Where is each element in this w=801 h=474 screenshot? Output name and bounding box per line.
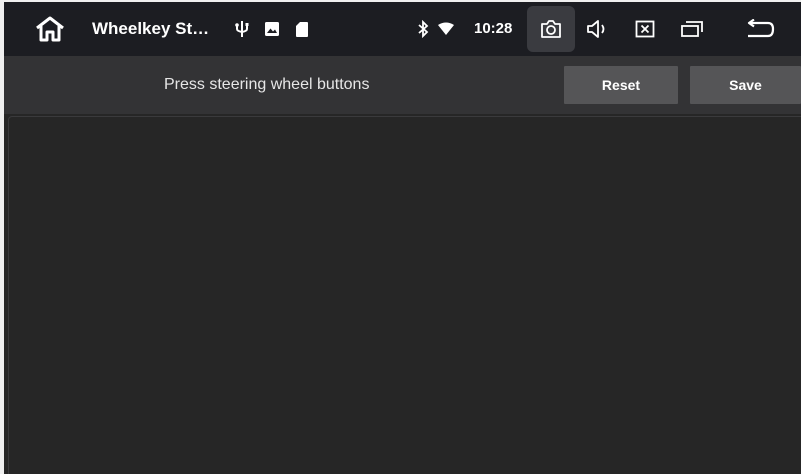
recents-icon[interactable] bbox=[676, 2, 708, 56]
bluetooth-icon bbox=[414, 2, 432, 56]
instruction-text: Press steering wheel buttons bbox=[164, 76, 370, 93]
back-icon[interactable] bbox=[740, 2, 780, 56]
screen: Wheelkey St… 10:28 Press steering wheel … bbox=[0, 0, 801, 474]
action-bar: Press steering wheel buttons Reset Save bbox=[4, 56, 801, 114]
volume-icon[interactable] bbox=[584, 2, 614, 56]
image-icon bbox=[261, 2, 283, 56]
clock: 10:28 bbox=[474, 20, 513, 37]
usb-icon bbox=[232, 2, 252, 56]
key-list-area[interactable] bbox=[8, 116, 801, 474]
save-button[interactable]: Save bbox=[690, 66, 801, 104]
home-icon[interactable] bbox=[28, 2, 72, 56]
wifi-icon bbox=[435, 2, 457, 56]
close-box-icon[interactable] bbox=[632, 2, 658, 56]
sd-card-icon bbox=[292, 2, 312, 56]
app-title: Wheelkey St… bbox=[92, 19, 210, 38]
reset-button[interactable]: Reset bbox=[564, 66, 678, 104]
status-bar: Wheelkey St… 10:28 bbox=[4, 2, 801, 56]
camera-icon[interactable] bbox=[527, 6, 575, 52]
